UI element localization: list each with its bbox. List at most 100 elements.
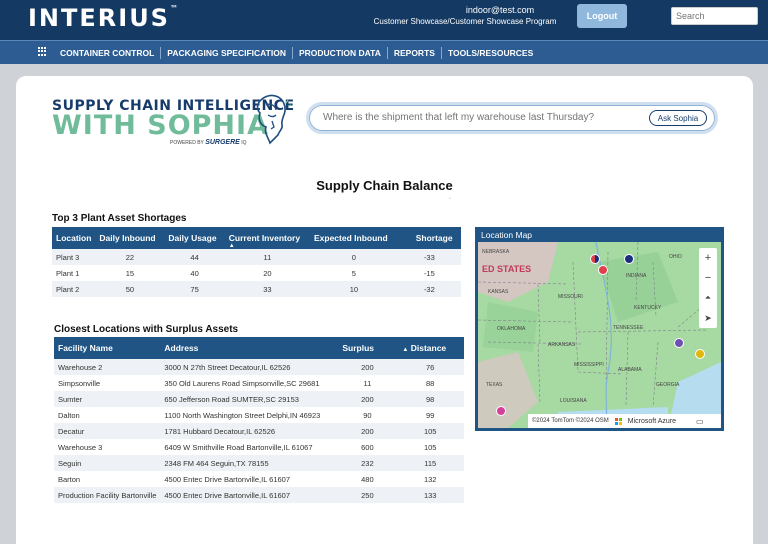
table-cell: 115 (396, 455, 464, 471)
table-cell: -33 (397, 249, 461, 265)
table-row[interactable]: Plant 2 50 75 33 10 -32 (52, 281, 461, 297)
sort-asc-icon: ▲ (228, 243, 235, 249)
table-cell: 105 (396, 439, 464, 455)
table-cell: Simpsonville (54, 375, 161, 391)
table-cell: 11 (338, 375, 397, 391)
col-daily-inbound[interactable]: Daily Inbound (95, 227, 165, 249)
table-cell: Plant 2 (52, 281, 96, 297)
table-cell: 6409 W Smithville Road Bartonville,IL 61… (160, 439, 339, 455)
map-provider: Microsoft Azure (627, 417, 677, 425)
table-cell: Dalton (54, 407, 161, 423)
map-pin-split[interactable] (590, 254, 600, 264)
col-current-inventory[interactable]: Current Inventory ▲ (224, 227, 310, 249)
table-cell: 200 (338, 391, 397, 407)
app-logo[interactable]: INTERIUS™ (28, 4, 180, 32)
nav-container-control[interactable]: CONTAINER CONTROL (54, 47, 162, 59)
map-label-indiana: INDIANA (626, 273, 647, 279)
map-label-tennessee: TENNESSEE (613, 325, 644, 331)
zoom-out-button[interactable]: − (699, 268, 717, 288)
map-label-arkansas: ARKANSAS (548, 342, 576, 348)
tilt-icon[interactable]: ⏶ (699, 288, 717, 308)
table-row[interactable]: Plant 1 15 40 20 5 -15 (52, 265, 461, 281)
apps-grid-icon[interactable] (38, 47, 47, 56)
table-cell: 480 (338, 471, 397, 487)
map-pin-purple[interactable] (674, 338, 684, 348)
table-cell: 76 (396, 359, 464, 375)
ask-sophia-button[interactable]: Ask Sophia (649, 110, 707, 126)
content-card: SUPPLY CHAIN INTELLIGENCE WITH SOPHIA PO… (16, 76, 753, 544)
table-cell: Sumter (54, 391, 161, 407)
col-daily-usage[interactable]: Daily Usage (164, 227, 225, 249)
table-cell: Production Facility Bartonville (54, 487, 161, 503)
map-label-texas: TEXAS (486, 382, 503, 388)
table-cell: 40 (164, 265, 225, 281)
map-label-alabama: ALABAMA (618, 367, 642, 373)
map-title: Location Map (481, 230, 533, 240)
surplus-title: Closest Locations with Surplus Assets (54, 324, 239, 335)
map-label-georgia: GEORGIA (656, 382, 680, 388)
zoom-in-button[interactable]: + (699, 248, 717, 268)
map-pin-red[interactable] (598, 265, 608, 275)
ask-sophia-input[interactable] (323, 112, 623, 123)
search-input[interactable] (671, 7, 758, 25)
location-map: Location Map ED STATES NEBRASKA KANSAS M… (475, 227, 724, 431)
table-row[interactable]: Simpsonville 350 Old Laurens Road Simpson… (54, 375, 464, 391)
table-row[interactable]: Warehouse 3 6409 W Smithville Road Barton… (54, 439, 464, 455)
col-facility-name[interactable]: Facility Name (54, 337, 161, 359)
table-row[interactable]: Production Facility Bartonville 4500 Ente… (54, 487, 464, 503)
table-cell: 600 (338, 439, 397, 455)
map-pin-magenta[interactable] (496, 406, 506, 416)
nav-packaging-specification[interactable]: PACKAGING SPECIFICATION (161, 47, 293, 59)
nav-production-data[interactable]: PRODUCTION DATA (293, 47, 388, 59)
table-row[interactable]: Decatur 1781 Hubbard Decatour,IL 62526 200… (54, 423, 464, 439)
map-zoom-controls: + − ⏶ ➤ (699, 248, 717, 328)
table-cell: Plant 1 (52, 265, 96, 281)
table-row[interactable]: Warehouse 2 3000 N 27th Street Decatour,I… (54, 359, 464, 375)
table-cell: Barton (54, 471, 161, 487)
table-cell: Seguin (54, 455, 161, 471)
table-cell: 1100 North Washington Street Delphi,IN 4… (160, 407, 339, 423)
brand-subtitle: WITH SOPHIA (52, 110, 269, 141)
map-pin-navy[interactable] (624, 254, 634, 264)
table-cell: 650 Jefferson Road SUMTER,SC 29153 (160, 391, 339, 407)
col-shortage[interactable]: Shortage (397, 227, 461, 249)
table-cell: 105 (396, 423, 464, 439)
map-label-country: ED STATES (482, 264, 532, 274)
main-nav: CONTAINER CONTROL PACKAGING SPECIFICATIO… (0, 40, 768, 64)
table-cell: 75 (164, 281, 225, 297)
user-program: Customer Showcase/Customer Showcase Prog… (373, 17, 557, 26)
surplus-table: Facility Name Address Surplus ▲ Distance… (54, 337, 464, 503)
compass-icon[interactable]: ➤ (699, 308, 717, 328)
table-cell: 22 (95, 249, 165, 265)
col-distance[interactable]: ▲ Distance (396, 337, 464, 359)
nav-reports[interactable]: REPORTS (388, 47, 442, 59)
col-expected-inbound[interactable]: Expected Inbound (309, 227, 398, 249)
logout-button[interactable]: Logout (577, 4, 627, 28)
map-label-oklahoma: OKLAHOMA (497, 326, 526, 332)
table-row[interactable]: Sumter 650 Jefferson Road SUMTER,SC 29153… (54, 391, 464, 407)
table-row[interactable]: Dalton 1100 North Washington Street Delph… (54, 407, 464, 423)
table-row[interactable]: Seguin 2348 FM 464 Seguin,TX 78155 232 115 (54, 455, 464, 471)
map-canvas[interactable]: ED STATES NEBRASKA KANSAS MISSOURI INDIA… (478, 242, 721, 428)
table-cell: 4500 Entec Drive Bartonville,IL 61607 (160, 487, 339, 503)
feedback-icon[interactable]: ▭ (696, 417, 704, 426)
col-address[interactable]: Address (160, 337, 339, 359)
table-cell: 99 (396, 407, 464, 423)
table-cell: Warehouse 3 (54, 439, 161, 455)
table-cell: 44 (164, 249, 225, 265)
table-cell: 15 (95, 265, 165, 281)
map-label-louisiana: LOUISIANA (560, 398, 587, 404)
col-location[interactable]: Location (52, 227, 96, 249)
table-cell: Warehouse 2 (54, 359, 161, 375)
ask-sophia-box: Ask Sophia (306, 102, 718, 134)
map-label-missouri: MISSOURI (558, 294, 583, 300)
map-label-mississippi: MISSISSIPPI (574, 362, 604, 368)
sort-asc-icon: ▲ (402, 347, 409, 353)
map-attribution: ©2024 TomTom ©2024 OSM Microsoft Azure ▭ (528, 414, 721, 428)
col-surplus[interactable]: Surplus (338, 337, 397, 359)
table-row[interactable]: Plant 3 22 44 11 0 -33 (52, 249, 461, 265)
nav-tools-resources[interactable]: TOOLS/RESOURCES (442, 47, 539, 59)
map-pin-yellow[interactable] (695, 349, 705, 359)
table-row[interactable]: Barton 4500 Entec Drive Bartonville,IL 61… (54, 471, 464, 487)
map-label-nebraska: NEBRASKA (482, 249, 510, 255)
